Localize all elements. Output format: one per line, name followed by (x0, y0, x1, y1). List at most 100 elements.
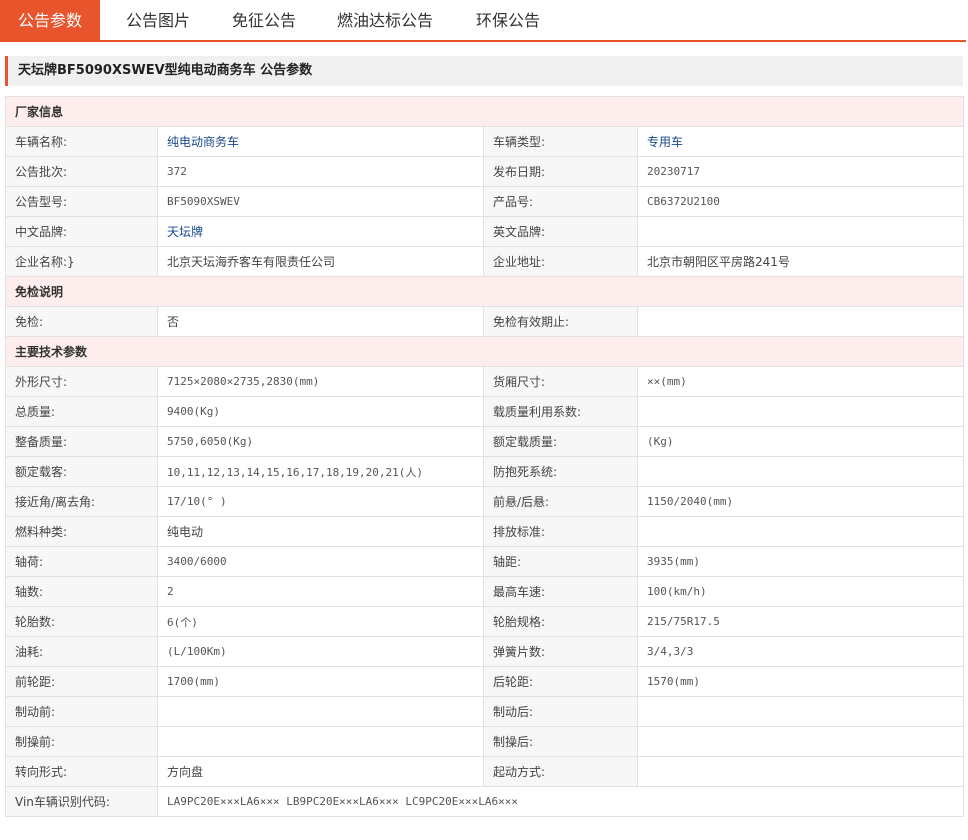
field-label: 车辆类型: (483, 126, 638, 157)
field-label: 弹簧片数: (483, 636, 638, 667)
page-title-bar: 天坛牌BF5090XSWEV型纯电动商务车 公告参数 (5, 56, 963, 86)
field-label: 轴距: (483, 546, 638, 577)
section-manufacturer: 厂家信息 (4, 96, 965, 127)
tab-announcement-images[interactable]: 公告图片 (108, 0, 208, 40)
field-label: 轮胎数: (5, 606, 158, 637)
field-label: 前轮距: (5, 666, 158, 697)
table-row: 制操前: 制操后: (5, 726, 965, 757)
field-value (636, 756, 965, 787)
field-value: 17/10(° ) (157, 486, 484, 517)
field-label: 轴数: (5, 576, 158, 607)
table-row: 轴荷: 3400/6000 轴距: 3935(mm) (5, 546, 965, 577)
field-label: 制动前: (5, 696, 158, 727)
field-value (157, 726, 484, 757)
field-value: 否 (157, 306, 484, 337)
field-value: 3/4,3/3 (636, 636, 965, 667)
field-value: (L/100Km) (157, 636, 484, 667)
field-label: Vin车辆识别代码: (5, 786, 158, 817)
field-value (636, 516, 965, 547)
field-label: 轮胎规格: (483, 606, 638, 637)
table-row: 免检: 否 免检有效期止: (5, 306, 965, 337)
field-label: 总质量: (5, 396, 158, 427)
field-value: 纯电动 (157, 516, 484, 547)
field-label: 燃料种类: (5, 516, 158, 547)
field-value: 北京天坛海乔客车有限责任公司 (157, 246, 484, 277)
field-label: 前悬/后悬: (483, 486, 638, 517)
section-title: 免检说明 (4, 276, 965, 307)
section-exemption: 免检说明 (4, 276, 965, 307)
field-label: 轴荷: (5, 546, 158, 577)
field-label: 整备质量: (5, 426, 158, 457)
field-label: 起动方式: (483, 756, 638, 787)
field-label: 免检: (5, 306, 158, 337)
section-title: 主要技术参数 (4, 336, 965, 367)
table-row: 企业名称:} 北京天坛海乔客车有限责任公司 企业地址: 北京市朝阳区平房路241… (5, 246, 965, 277)
field-value: 方向盘 (157, 756, 484, 787)
field-label: 后轮距: (483, 666, 638, 697)
field-value: 215/75R17.5 (636, 606, 965, 637)
field-label: 制操前: (5, 726, 158, 757)
field-label: 接近角/离去角: (5, 486, 158, 517)
field-value (636, 696, 965, 727)
field-value: BF5090XSWEV (157, 186, 484, 217)
field-value: ××(mm) (636, 366, 965, 397)
table-row: 公告型号: BF5090XSWEV 产品号: CB6372U2100 (5, 186, 965, 217)
table-row: 额定载客: 10,11,12,13,14,15,16,17,18,19,20,2… (5, 456, 965, 487)
field-value: 100(km/h) (636, 576, 965, 607)
field-value[interactable]: 专用车 (636, 126, 965, 157)
field-label: 制动后: (483, 696, 638, 727)
field-value (636, 216, 965, 247)
field-label: 企业名称:} (5, 246, 158, 277)
field-label: 转向形式: (5, 756, 158, 787)
table-row: 前轮距: 1700(mm) 后轮距: 1570(mm) (5, 666, 965, 697)
tab-fuel-standard[interactable]: 燃油达标公告 (322, 0, 448, 40)
field-label: 公告型号: (5, 186, 158, 217)
field-label: 车辆名称: (5, 126, 158, 157)
table-row: 总质量: 9400(Kg) 载质量利用系数: (5, 396, 965, 427)
table-row: 车辆名称: 纯电动商务车 车辆类型: 专用车 (5, 126, 965, 157)
field-value: 3400/6000 (157, 546, 484, 577)
field-value: 1570(mm) (636, 666, 965, 697)
tab-announcement-params[interactable]: 公告参数 (0, 0, 100, 40)
section-title: 厂家信息 (4, 96, 965, 127)
field-value (636, 396, 965, 427)
field-value: 20230717 (636, 156, 965, 187)
field-label: 免检有效期止: (483, 306, 638, 337)
field-value: 1700(mm) (157, 666, 484, 697)
field-label: 中文品牌: (5, 216, 158, 247)
table-row: 燃料种类: 纯电动 排放标准: (5, 516, 965, 547)
field-value: (Kg) (636, 426, 965, 457)
field-label: 防抱死系统: (483, 456, 638, 487)
field-label: 发布日期: (483, 156, 638, 187)
field-label: 最高车速: (483, 576, 638, 607)
field-value: 6(个) (157, 606, 484, 637)
field-label: 企业地址: (483, 246, 638, 277)
field-label: 货厢尺寸: (483, 366, 638, 397)
table-row: 公告批次: 372 发布日期: 20230717 (5, 156, 965, 187)
field-value: 1150/2040(mm) (636, 486, 965, 517)
field-label: 排放标准: (483, 516, 638, 547)
field-value[interactable]: 纯电动商务车 (157, 126, 484, 157)
tab-bar: 公告参数 公告图片 免征公告 燃油达标公告 环保公告 (0, 0, 966, 42)
table-row: 转向形式: 方向盘 起动方式: (5, 756, 965, 787)
field-label: 公告批次: (5, 156, 158, 187)
field-label: 载质量利用系数: (483, 396, 638, 427)
field-value (636, 306, 965, 337)
field-value[interactable]: 天坛牌 (157, 216, 484, 247)
tab-environmental[interactable]: 环保公告 (458, 0, 558, 40)
params-table: 厂家信息 车辆名称: 纯电动商务车 车辆类型: 专用车 公告批次: 372 发布… (4, 96, 965, 817)
field-label: 制操后: (483, 726, 638, 757)
field-value: 3935(mm) (636, 546, 965, 577)
field-label: 油耗: (5, 636, 158, 667)
field-value (636, 456, 965, 487)
field-value (157, 696, 484, 727)
vin-value: LA9PC20E×××LA6××× LB9PC20E×××LA6××× LC9P… (156, 786, 965, 817)
field-value (636, 726, 965, 757)
table-row: 轴数: 2 最高车速: 100(km/h) (5, 576, 965, 607)
table-row: Vin车辆识别代码: LA9PC20E×××LA6××× LB9PC20E×××… (5, 786, 965, 817)
field-value: 7125×2080×2735,2830(mm) (157, 366, 484, 397)
page-title: 天坛牌BF5090XSWEV型纯电动商务车 公告参数 (18, 63, 313, 78)
tab-tax-exemption[interactable]: 免征公告 (214, 0, 314, 40)
field-label: 产品号: (483, 186, 638, 217)
field-value: CB6372U2100 (636, 186, 965, 217)
